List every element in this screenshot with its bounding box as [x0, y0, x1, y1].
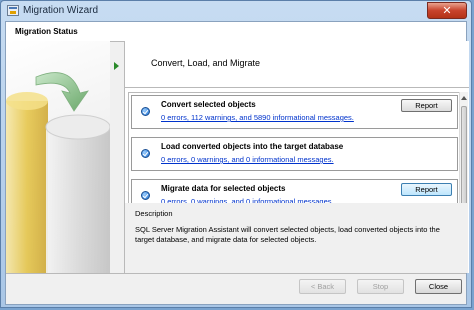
wizard-client-area: Migration Status Convert, Load, and Migr… [5, 21, 469, 305]
app-icon [7, 5, 19, 16]
database-cylinders-icon [6, 72, 110, 273]
step-name: Convert selected objects [161, 100, 256, 109]
title-bar: Migration Wizard ✕ [1, 1, 471, 21]
stop-button[interactable]: Stop [357, 279, 404, 294]
close-window-button[interactable]: ✕ [427, 2, 467, 19]
close-button[interactable]: Close [415, 279, 462, 294]
wizard-header: Migration Status [6, 22, 466, 42]
step-title: Convert, Load, and Migrate [151, 58, 261, 68]
scroll-up-icon[interactable] [461, 96, 467, 100]
footer-divider [6, 273, 466, 274]
back-button[interactable]: < Back [299, 279, 346, 294]
report-button[interactable]: Report [401, 183, 452, 196]
check-circle-icon [141, 149, 150, 158]
close-icon: ✕ [442, 5, 452, 17]
database-migrate-illustration [6, 41, 110, 273]
description-text: SQL Server Migration Assistant will conv… [135, 225, 440, 244]
steps-list: Convert selected objects 0 errors, 112 w… [128, 92, 461, 220]
step-divider [125, 87, 469, 88]
description-panel: Description SQL Server Migration Assista… [124, 203, 468, 273]
step-name: Load converted objects into the target d… [161, 142, 344, 151]
messages-link[interactable]: 0 errors, 0 warnings, and 0 informationa… [161, 155, 334, 164]
window-title: Migration Wizard [23, 5, 99, 16]
step-name: Migrate data for selected objects [161, 184, 286, 193]
steps-scrollbar[interactable] [459, 92, 468, 220]
migration-wizard-window: Migration Wizard ✕ Migration Status Conv… [0, 0, 472, 308]
check-circle-icon [141, 107, 150, 116]
messages-link[interactable]: 0 errors, 112 warnings, and 5890 informa… [161, 113, 354, 122]
report-button[interactable]: Report [401, 99, 452, 112]
description-label: Description [135, 209, 173, 218]
scroll-thumb[interactable] [461, 106, 467, 206]
wizard-header-label: Migration Status [15, 27, 78, 36]
step-convert-objects: Convert selected objects 0 errors, 112 w… [131, 95, 458, 129]
check-circle-icon [141, 191, 150, 200]
step-load-objects: Load converted objects into the target d… [131, 137, 458, 171]
play-arrow-icon [114, 62, 119, 70]
